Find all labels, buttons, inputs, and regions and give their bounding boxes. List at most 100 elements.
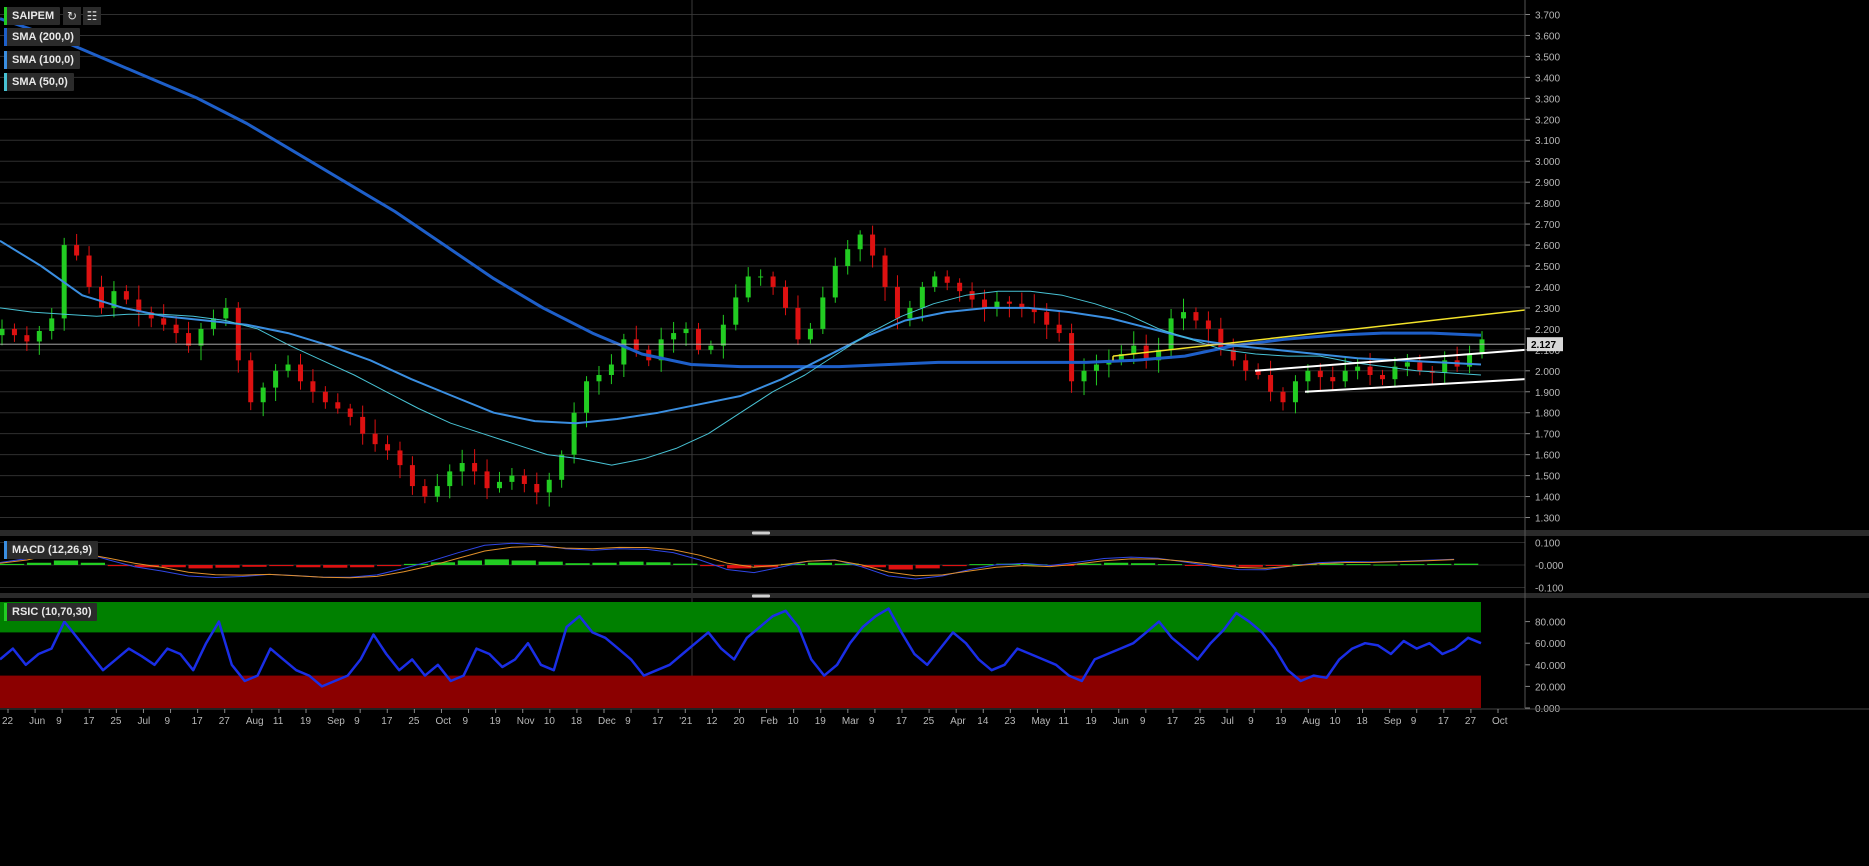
x-tick-label: Sep (1384, 716, 1402, 727)
macd-bar (1454, 563, 1479, 565)
symbol-tag[interactable]: SAIPEM (4, 7, 61, 25)
price-tick-label: 3.100 (1535, 136, 1560, 147)
x-tick-label: 18 (1357, 716, 1369, 727)
x-tick-label: Mar (842, 716, 860, 727)
candle-body (484, 471, 490, 489)
x-tick-label: 27 (219, 716, 231, 727)
price-tick-label: 1.300 (1535, 514, 1560, 525)
macd-bar (888, 565, 913, 570)
x-tick-label: 19 (300, 716, 312, 727)
macd-bar (538, 561, 563, 565)
rsi-tag[interactable]: RSIC (10,70,30) (4, 603, 98, 621)
candle-body (1404, 362, 1410, 367)
candle-body (633, 339, 639, 350)
last-price-label: 2.127 (1531, 340, 1556, 351)
candle-body (509, 475, 515, 482)
candle-body (758, 276, 764, 278)
candle-body (969, 291, 975, 300)
price-tick-label: 3.400 (1535, 73, 1560, 84)
calendar-icon[interactable]: ☷ (83, 7, 101, 25)
price-tick-label: 2.400 (1535, 283, 1560, 294)
x-tick-label: Jul (1221, 716, 1234, 727)
macd-bar (269, 565, 294, 567)
macd-bar (1346, 564, 1371, 566)
candle-body (472, 463, 478, 472)
candle-body (11, 328, 17, 336)
candle-body (0, 328, 5, 336)
macd-tick-label: -0.100 (1535, 584, 1564, 595)
candle-body (944, 276, 950, 283)
macd-bar (161, 565, 186, 568)
candle-body (186, 333, 192, 346)
candle-body (310, 381, 316, 392)
candle-body (1317, 370, 1323, 378)
macd-bar (350, 565, 375, 568)
x-tick-label: 17 (652, 716, 664, 727)
x-tick-label: 14 (977, 716, 989, 727)
candle-body (1479, 339, 1485, 355)
macd-tick-label: -0.000 (1535, 561, 1564, 572)
macd-bar (296, 565, 321, 568)
x-tick-label: 9 (354, 716, 360, 727)
candle-body (571, 412, 577, 455)
candle-body (372, 433, 378, 445)
x-tick-label: Aug (1302, 716, 1320, 727)
x-tick-label: Feb (761, 716, 779, 727)
candle-body (957, 282, 963, 292)
candle-body (360, 416, 366, 434)
price-tick-label: 2.600 (1535, 241, 1560, 252)
price-tick-label: 2.800 (1535, 199, 1560, 210)
candle-body (24, 335, 30, 342)
candle-body (161, 318, 167, 325)
macd-bar (511, 560, 536, 565)
rsi-tick-label: 20.000 (1535, 682, 1566, 693)
candle-body (434, 486, 440, 497)
x-tick-label: 9 (1248, 716, 1254, 727)
resize-handle (752, 594, 770, 598)
candle-body (546, 479, 552, 493)
x-tick-label: Nov (517, 716, 535, 727)
x-tick-label: 11 (1059, 716, 1070, 727)
macd-bar (942, 565, 967, 567)
sma200-tag[interactable]: SMA (200,0) (4, 28, 80, 46)
x-tick-label: 17 (83, 716, 95, 727)
candle-body (1044, 312, 1050, 325)
candle-body (173, 324, 179, 334)
x-tick-label: 17 (192, 716, 204, 727)
candle-body (584, 381, 590, 413)
candle-body (297, 364, 303, 382)
candle-body (534, 483, 540, 493)
rsi-marker (4, 603, 7, 621)
candle-body (845, 249, 851, 266)
refresh-icon[interactable]: ↻ (63, 7, 81, 25)
macd-bar (1104, 562, 1129, 565)
x-tick-label: 9 (625, 716, 631, 727)
candle-body (347, 408, 353, 417)
candle-body (1380, 374, 1386, 380)
x-tick-label: 9 (56, 716, 62, 727)
sma100-tag[interactable]: SMA (100,0) (4, 51, 80, 69)
macd-tag[interactable]: MACD (12,26,9) (4, 541, 99, 559)
x-tick-label: 10 (544, 716, 556, 727)
candle-body (1205, 320, 1211, 329)
price-tick-label: 2.000 (1535, 367, 1560, 378)
candle-body (1292, 381, 1298, 403)
candle-body (683, 328, 689, 334)
macd-bar (484, 559, 509, 565)
candle-body (870, 234, 876, 256)
trading-chart[interactable]: 1.300 1.400 1.500 1.600 1.700 1.800 1.900 2.000… (0, 0, 1869, 866)
x-tick-label: 19 (1086, 716, 1098, 727)
candle-body (335, 402, 341, 409)
sma50-tag[interactable]: SMA (50,0) (4, 73, 74, 91)
macd-marker (4, 541, 7, 559)
candle-body (385, 444, 391, 451)
oversold-zone (0, 675, 1481, 708)
sma100-label: SMA (100,0) (12, 54, 74, 66)
x-tick-label: 12 (706, 716, 718, 727)
candle-body (74, 245, 80, 256)
macd-bar (323, 565, 348, 568)
price-tick-label: 1.500 (1535, 472, 1560, 483)
candle-body (720, 324, 726, 346)
x-tick-label: 25 (110, 716, 122, 727)
x-tick-label: 10 (1329, 716, 1341, 727)
